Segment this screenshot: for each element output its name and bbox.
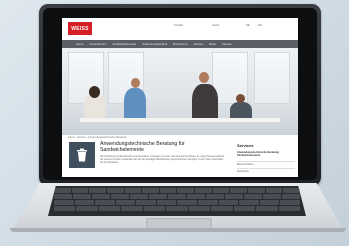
person-head [131,78,140,88]
main-nav: Home Unternehmen Sandwichelemente Anwend… [62,40,298,48]
page-title: Anwendungstechnische Beratung für Sandwi… [100,141,185,153]
window [254,52,290,104]
person-head [236,94,245,103]
sidebar-title: Services [237,143,254,148]
key-row [48,194,306,199]
laptop-screen: WEISS Kontakt Suche DE EN Home Unternehm… [62,18,298,177]
key-row [48,188,306,193]
nav-item-referenzen[interactable]: Referenzen [173,42,187,46]
nav-item-service[interactable]: Service [194,42,203,46]
top-link-en[interactable]: EN [258,24,262,27]
person-man-blue [124,88,146,120]
top-link-suche[interactable]: Suche [212,24,219,27]
nav-item-home[interactable]: Home [76,42,83,46]
breadcrumb: Home › Service › Anwendungstechnische Be… [68,136,127,139]
nav-item-sandwich[interactable]: Sandwichelemente [112,42,136,46]
site-logo[interactable]: WEISS [68,22,92,35]
sidebar-item-active[interactable]: Anwendungstechnische Beratung Sandwichel… [237,151,295,157]
person-man-suit [192,84,218,122]
nav-item-news[interactable]: News [209,42,216,46]
trash-bin-icon [77,148,87,162]
nav-item-anwendung[interactable]: Anwendungstechnik [142,42,167,46]
key-row [48,206,306,211]
nav-item-unternehmen[interactable]: Unternehmen [89,42,106,46]
sidebar-item[interactable]: Bauvorschriften [237,161,295,166]
keyboard [48,186,306,216]
person-head [89,86,100,98]
top-link-kontakt[interactable]: Kontakt [174,24,183,27]
sidebar-item[interactable]: Downloads [237,168,295,173]
person-head [199,72,209,83]
site-header: WEISS Kontakt Suche DE EN [62,18,298,40]
key-row [48,200,306,205]
top-link-de[interactable]: DE [246,24,250,27]
intro-paragraph: Die Umsetzung professioneller und innova… [100,155,225,164]
hero-photo [62,48,298,135]
nav-item-karriere[interactable]: Karriere [222,42,232,46]
service-icon-box [69,142,95,168]
desk [80,118,280,122]
laptop-front-edge [10,228,346,232]
